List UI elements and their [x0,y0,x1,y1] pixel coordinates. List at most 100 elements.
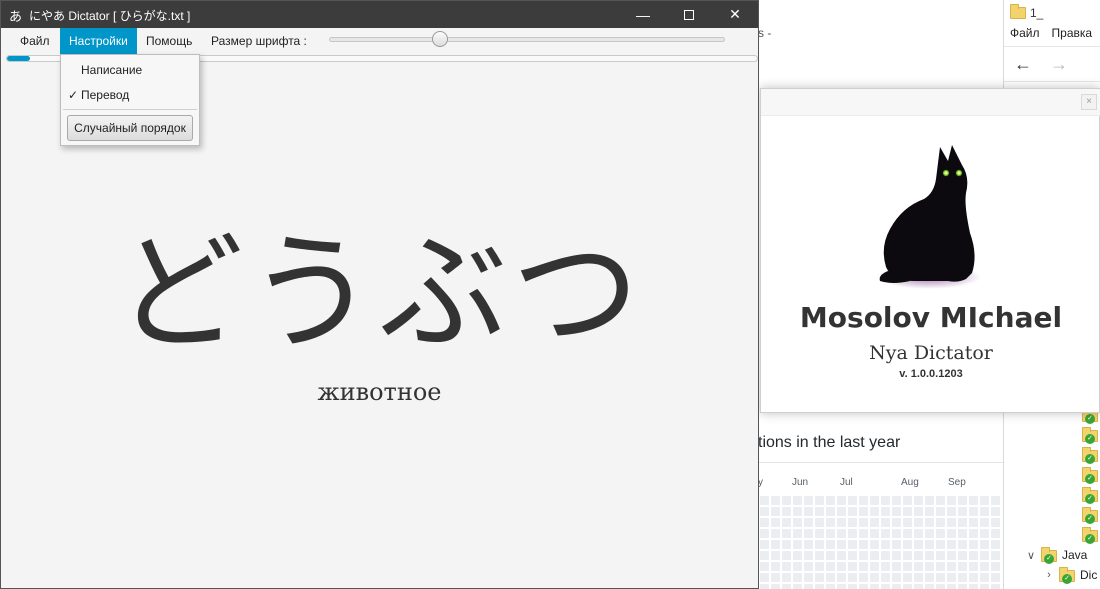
contribution-cell [870,551,879,560]
contribution-cell [782,507,791,516]
contribution-cell [870,562,879,571]
contribution-cell [760,562,769,571]
font-size-slider-thumb[interactable] [431,31,448,47]
window-title: にやあ Dictator [ ひらがな.txt ] [29,9,191,23]
contribution-cell [892,529,901,538]
contribution-cell [837,507,846,516]
dictation-word: どうぶつ [115,219,644,368]
contribution-cell [848,551,857,560]
contribution-grid [760,496,1000,589]
contribution-cell [947,518,956,527]
contribution-cell [947,573,956,582]
random-order-button[interactable]: Случайный порядок [67,115,193,141]
forward-arrow-icon[interactable]: → [1050,54,1068,75]
contribution-cell [815,551,824,560]
contribution-cell [936,562,945,571]
contribution-cell [969,584,978,589]
close-icon[interactable]: × [1081,94,1097,110]
tree-item-dictator[interactable]: › ✓ Dic [1044,566,1097,584]
explorer-menu-file[interactable]: Файл [1010,26,1040,40]
contribution-cell [804,540,813,549]
contribution-cell [815,529,824,538]
contribution-cell [947,562,956,571]
contribution-cell [947,529,956,538]
contribution-cell [760,518,769,527]
contribution-cell [881,562,890,571]
contribution-cell [760,573,769,582]
contribution-cell [859,518,868,527]
contribution-cell [980,540,989,549]
contribution-cell [881,507,890,516]
minimize-button[interactable]: — [620,1,666,28]
contribution-cell [826,496,835,505]
contribution-cell [969,573,978,582]
contribution-cell [804,518,813,527]
contribution-cell [903,518,912,527]
contribution-cell [892,551,901,560]
dictator-window: あ にやあ Dictator [ ひらがな.txt ] — ✕ Файл Нас… [0,0,759,589]
contribution-cell [771,540,780,549]
contribution-cell [848,518,857,527]
contribution-cell [804,529,813,538]
maximize-button[interactable] [666,1,712,28]
contribution-cell [881,551,890,560]
explorer-menu-edit[interactable]: Правка [1052,26,1093,40]
contribution-cell [760,529,769,538]
contribution-cell [782,573,791,582]
contribution-cell [804,496,813,505]
contribution-cell [793,562,802,571]
contribution-cell [870,529,879,538]
contribution-cell [837,540,846,549]
contribution-cell [859,507,868,516]
contribution-cell [793,573,802,582]
contribution-cell [958,584,967,589]
contribution-cell [969,529,978,538]
contribution-cell [914,573,923,582]
contribution-cell [870,540,879,549]
font-size-slider[interactable] [329,37,725,42]
menu-settings[interactable]: Настройки [60,28,137,54]
menu-item-translation[interactable]: ✓ Перевод [61,83,199,107]
contribution-cell [969,562,978,571]
explorer-title-text: 1_ [1030,6,1044,20]
contribution-cell [947,496,956,505]
close-button[interactable]: ✕ [712,1,758,28]
menu-file[interactable]: Файл [11,28,59,54]
tree-item-label: Java [1062,548,1088,562]
contribution-cell [859,540,868,549]
contribution-cell [859,584,868,589]
menu-item-writing[interactable]: Написание [61,58,199,82]
contribution-cell [782,496,791,505]
contribution-cell [936,496,945,505]
settings-dropdown-menu: Написание ✓ Перевод Случайный порядок [60,54,200,146]
contribution-cell [826,518,835,527]
back-arrow-icon[interactable]: ← [1014,54,1032,75]
contribution-cell [914,562,923,571]
explorer-nav: ← → [1004,46,1100,82]
title-bar[interactable]: あ にやあ Dictator [ ひらがな.txt ] — ✕ [1,1,758,28]
tree-item-java[interactable]: ∨ ✓ Java [1026,546,1087,564]
contribution-cell [793,584,802,589]
contribution-cell [837,551,846,560]
contribution-cell [914,529,923,538]
chevron-right-icon[interactable]: › [1044,569,1054,581]
contribution-cell [903,584,912,589]
contribution-cell [837,496,846,505]
chevron-down-icon[interactable]: ∨ [1026,549,1036,562]
contribution-cell [892,584,901,589]
contribution-cell [859,573,868,582]
contribution-cell [936,584,945,589]
contribution-cell [760,507,769,516]
folder-status-icon: ✓ [1082,507,1098,524]
folder-status-icon: ✓ [1082,527,1098,544]
contribution-cell [826,529,835,538]
contribution-cell [925,529,934,538]
contribution-cell [804,584,813,589]
contribution-cell [969,551,978,560]
contribution-cell [760,584,769,589]
contribution-cell [903,551,912,560]
contribution-cell [947,551,956,560]
contribution-cell [914,496,923,505]
contribution-cell [969,518,978,527]
menu-help[interactable]: Помощь [137,28,201,54]
